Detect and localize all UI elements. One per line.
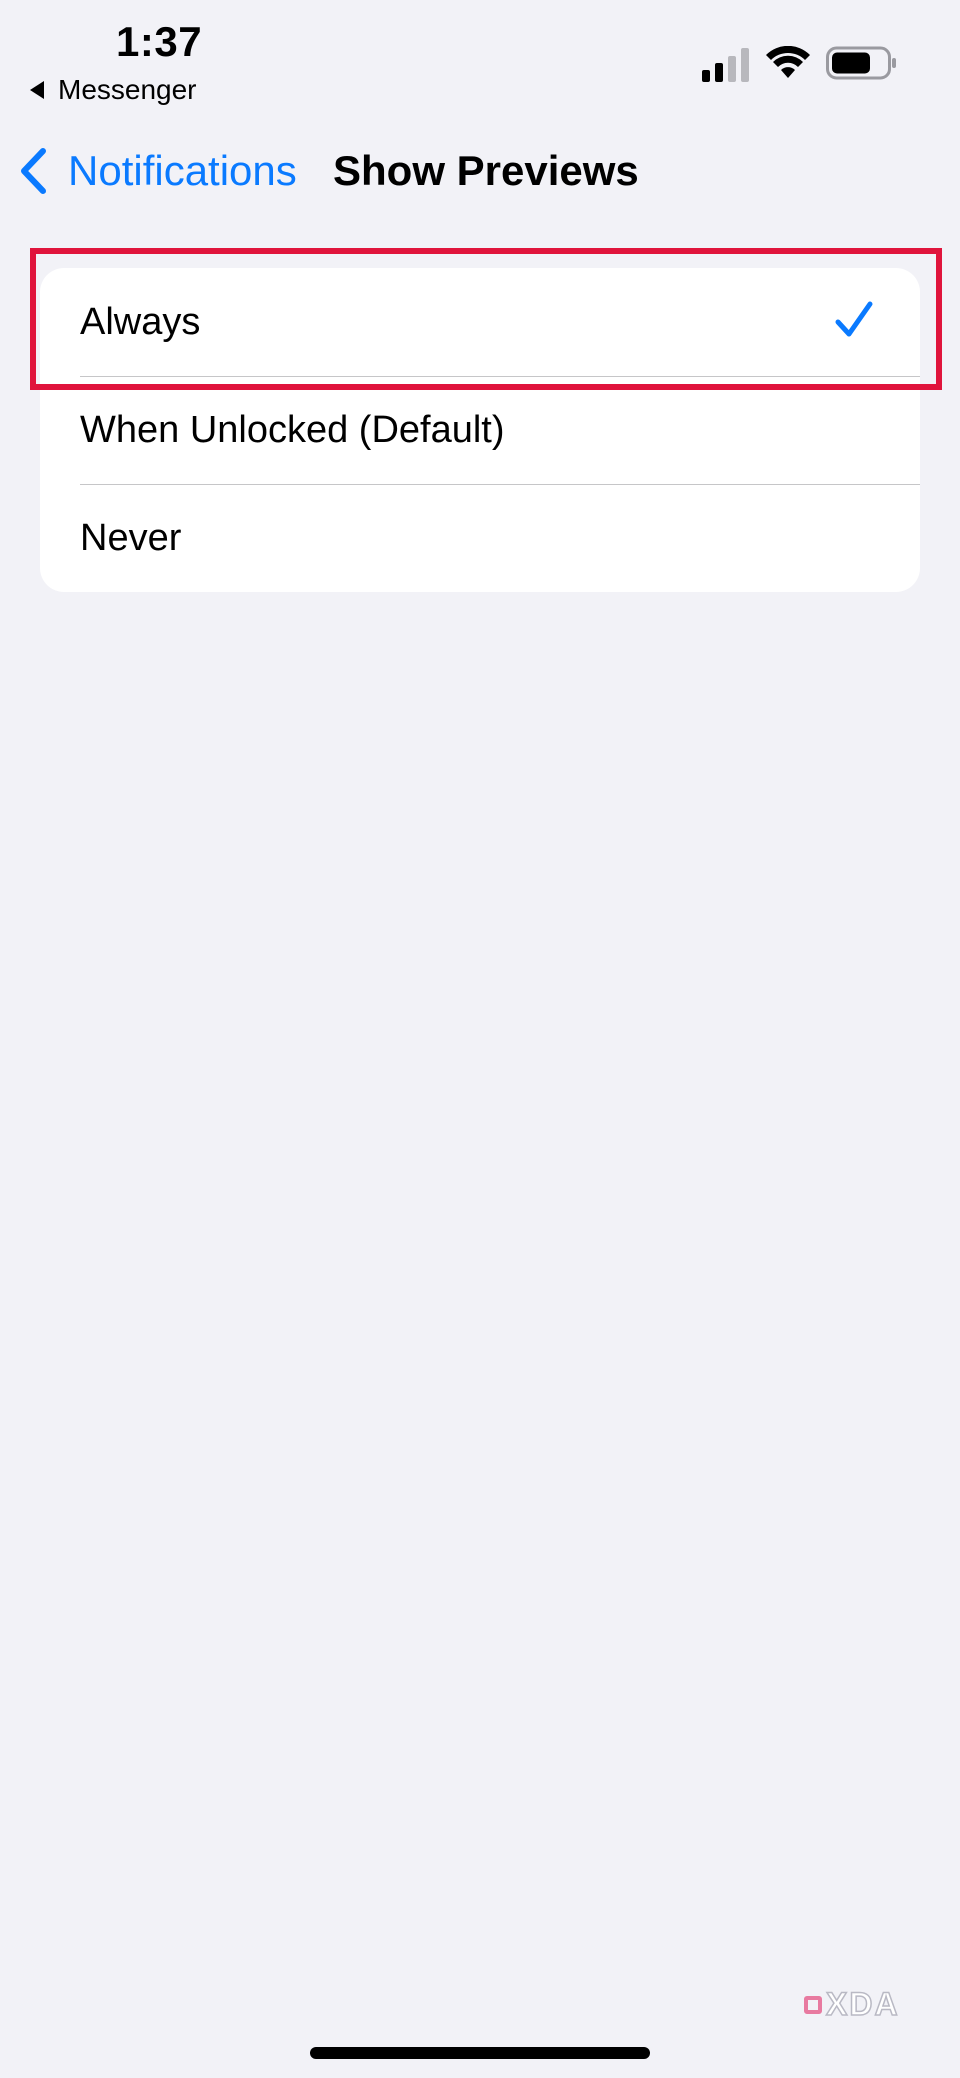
preview-options-list: Always When Unlocked (Default) Never (40, 268, 920, 592)
option-never[interactable]: Never (40, 484, 920, 592)
cellular-signal-icon (702, 48, 749, 82)
home-indicator[interactable] (310, 2047, 650, 2059)
back-to-app-button[interactable]: Messenger (30, 74, 197, 106)
back-to-app-label: Messenger (58, 74, 197, 105)
back-button-label: Notifications (68, 147, 297, 194)
watermark-logo: XDA (804, 1985, 900, 2023)
option-label: Never (80, 516, 182, 559)
navigation-bar: Notifications Show Previews (0, 138, 960, 204)
chevron-left-icon (21, 148, 46, 194)
status-time: 1:37 (116, 18, 203, 65)
xda-logo-icon (804, 1995, 822, 2014)
option-label: Always (80, 300, 201, 343)
option-label: When Unlocked (Default) (80, 408, 505, 451)
page-title: Show Previews (333, 147, 639, 194)
watermark-text: XDA (825, 1985, 900, 2023)
back-button[interactable]: Notifications (18, 138, 297, 204)
option-when-unlocked[interactable]: When Unlocked (Default) (40, 376, 920, 484)
option-always[interactable]: Always (40, 268, 920, 376)
wifi-icon (766, 46, 810, 78)
checkmark-icon (835, 301, 873, 337)
status-bar: 1:37 Messenger (0, 0, 960, 120)
battery-icon (826, 46, 896, 80)
back-triangle-icon (30, 81, 44, 99)
